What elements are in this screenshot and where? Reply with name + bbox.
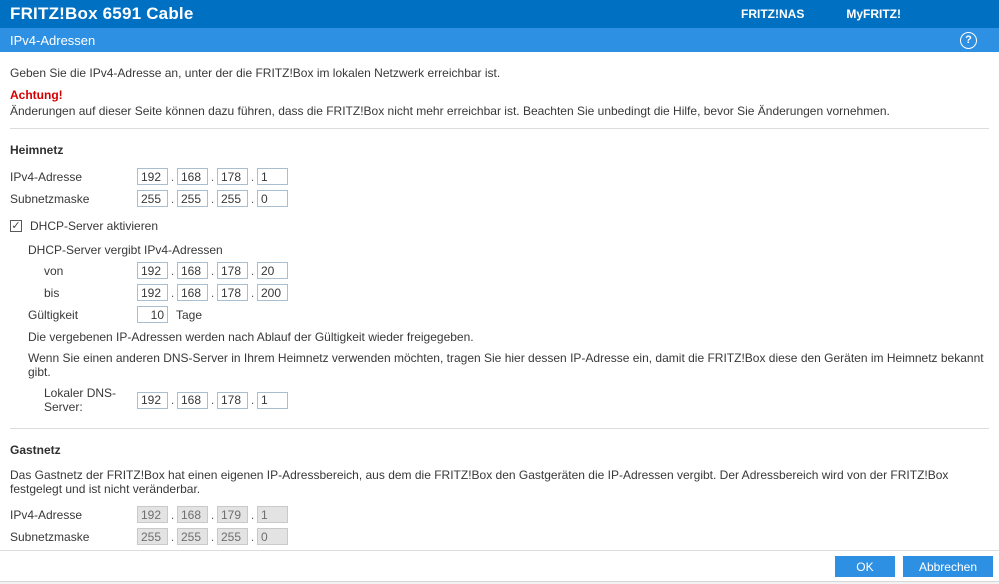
dhcp-range-caption: DHCP-Server vergibt IPv4-Adressen (28, 243, 223, 257)
gastnetz-subnet-octet-1 (137, 528, 168, 545)
heimnetz-subnet-octet-4[interactable] (257, 190, 288, 207)
gastnetz-subnet-octet-3 (217, 528, 248, 545)
octet-separator: . (250, 507, 255, 522)
dns-row: Lokaler DNS-Server: . . . (44, 386, 989, 414)
dns-octet-3[interactable] (217, 391, 248, 409)
octet-separator: . (210, 191, 215, 206)
dhcp-checkbox[interactable]: ✓ (10, 220, 22, 232)
page-title: IPv4-Adressen (10, 32, 96, 48)
heimnetz-ipv4-row: IPv4-Adresse . . . (10, 168, 989, 185)
lease-release-note: Die vergebenen IP-Adressen werden nach A… (28, 330, 474, 344)
heimnetz-subnet-octet-3[interactable] (217, 190, 248, 207)
gastnetz-subnet-octet-2 (177, 528, 208, 545)
heimnetz-subnet-label: Subnetzmaske (10, 191, 90, 206)
gastnetz-subnet-octet-4 (257, 528, 288, 545)
dns-octet-1[interactable] (137, 391, 168, 409)
ok-button[interactable]: OK (834, 556, 895, 577)
dhcp-bis-row: bis . . . (44, 284, 989, 301)
heimnetz-ipv4-octet-4[interactable] (257, 168, 288, 185)
octet-separator: . (210, 529, 215, 544)
validity-input[interactable] (137, 306, 168, 323)
octet-separator: . (250, 169, 255, 184)
validity-unit: Tage (176, 307, 203, 322)
dns-octet-4[interactable] (257, 391, 288, 409)
heimnetz-heading: Heimnetz (10, 143, 64, 157)
octet-separator: . (250, 191, 255, 206)
octet-separator: . (170, 507, 175, 522)
dhcp-bis-octet-2[interactable] (177, 284, 208, 301)
heimnetz-ipv4-label: IPv4-Adresse (10, 169, 83, 184)
octet-separator: . (210, 169, 215, 184)
octet-separator: . (170, 285, 175, 300)
gastnetz-subnet-label: Subnetzmaske (10, 529, 90, 544)
nav-myfritz-link[interactable]: MyFRITZ! (846, 7, 901, 21)
divider (10, 428, 989, 429)
help-icon[interactable]: ? (960, 31, 977, 49)
dhcp-bis-octet-4[interactable] (257, 284, 288, 301)
dhcp-von-octet-1[interactable] (137, 262, 168, 279)
octet-separator: . (170, 191, 175, 206)
gastnetz-description: Das Gastnetz der FRITZ!Box hat einen eig… (10, 468, 949, 496)
nav-fritznas-link[interactable]: FRITZ!NAS (741, 7, 804, 21)
gastnetz-ipv4-octet-4 (257, 506, 288, 523)
gastnetz-ipv4-octet-1 (137, 506, 168, 523)
heimnetz-subnet-row: Subnetzmaske . . . (10, 190, 989, 207)
heimnetz-ipv4-octet-3[interactable] (217, 168, 248, 185)
dhcp-von-octet-4[interactable] (257, 262, 288, 279)
octet-separator: . (210, 263, 215, 278)
octet-separator: . (210, 507, 215, 522)
dhcp-bis-octet-1[interactable] (137, 284, 168, 301)
top-nav: FRITZ!NAS MyFRITZ! (741, 7, 901, 21)
dhcp-von-octet-2[interactable] (177, 262, 208, 279)
gastnetz-ipv4-row: IPv4-Adresse . . . (10, 506, 989, 523)
intro-text: Geben Sie die IPv4-Adresse an, unter der… (10, 66, 501, 80)
main-content: Geben Sie die IPv4-Adresse an, unter der… (0, 52, 999, 550)
gastnetz-ipv4-label: IPv4-Adresse (10, 507, 83, 522)
validity-label: Gültigkeit (28, 307, 79, 322)
dns-note: Wenn Sie einen anderen DNS-Server in Ihr… (28, 351, 984, 379)
octet-separator: . (170, 169, 175, 184)
dns-octet-2[interactable] (177, 391, 208, 409)
warning-text: Änderungen auf dieser Seite können dazu … (10, 104, 890, 118)
octet-separator: . (170, 529, 175, 544)
footer-button-bar: OK Abbrechen (0, 550, 999, 581)
divider (10, 128, 989, 129)
dhcp-range-caption-row: DHCP-Server vergibt IPv4-Adressen (28, 243, 989, 257)
warning-title: Achtung! (10, 88, 63, 102)
heimnetz-ipv4-octet-2[interactable] (177, 168, 208, 185)
octet-separator: . (210, 393, 215, 407)
dhcp-bis-octet-3[interactable] (217, 284, 248, 301)
window-title: FRITZ!Box 6591 Cable (10, 4, 194, 23)
octet-separator: . (250, 285, 255, 300)
gastnetz-heading: Gastnetz (10, 443, 61, 457)
octet-separator: . (250, 263, 255, 278)
octet-separator: . (210, 285, 215, 300)
page-header-bar: IPv4-Adressen ? (0, 28, 999, 52)
dhcp-bis-label: bis (44, 285, 60, 300)
heimnetz-ipv4-octet-1[interactable] (137, 168, 168, 185)
dhcp-von-octet-3[interactable] (217, 262, 248, 279)
heimnetz-subnet-octet-2[interactable] (177, 190, 208, 207)
octet-separator: . (250, 393, 255, 407)
dhcp-von-row: von . . . (44, 262, 989, 279)
gastnetz-ipv4-octet-2 (177, 506, 208, 523)
octet-separator: . (170, 393, 175, 407)
gastnetz-ipv4-octet-3 (217, 506, 248, 523)
dhcp-enable-row: ✓ DHCP-Server aktivieren (10, 219, 989, 233)
dhcp-checkbox-label[interactable]: DHCP-Server aktivieren (30, 219, 158, 233)
dns-label: Lokaler DNS-Server: (44, 386, 117, 414)
cancel-button[interactable]: Abbrechen (902, 556, 993, 577)
octet-separator: . (250, 529, 255, 544)
gastnetz-subnet-row: Subnetzmaske . . . (10, 528, 989, 545)
title-bar: FRITZ!Box 6591 Cable FRITZ!NAS MyFRITZ! (0, 0, 999, 28)
dhcp-von-label: von (44, 263, 64, 278)
heimnetz-subnet-octet-1[interactable] (137, 190, 168, 207)
validity-row: Gültigkeit Tage (28, 306, 989, 323)
octet-separator: . (170, 263, 175, 278)
